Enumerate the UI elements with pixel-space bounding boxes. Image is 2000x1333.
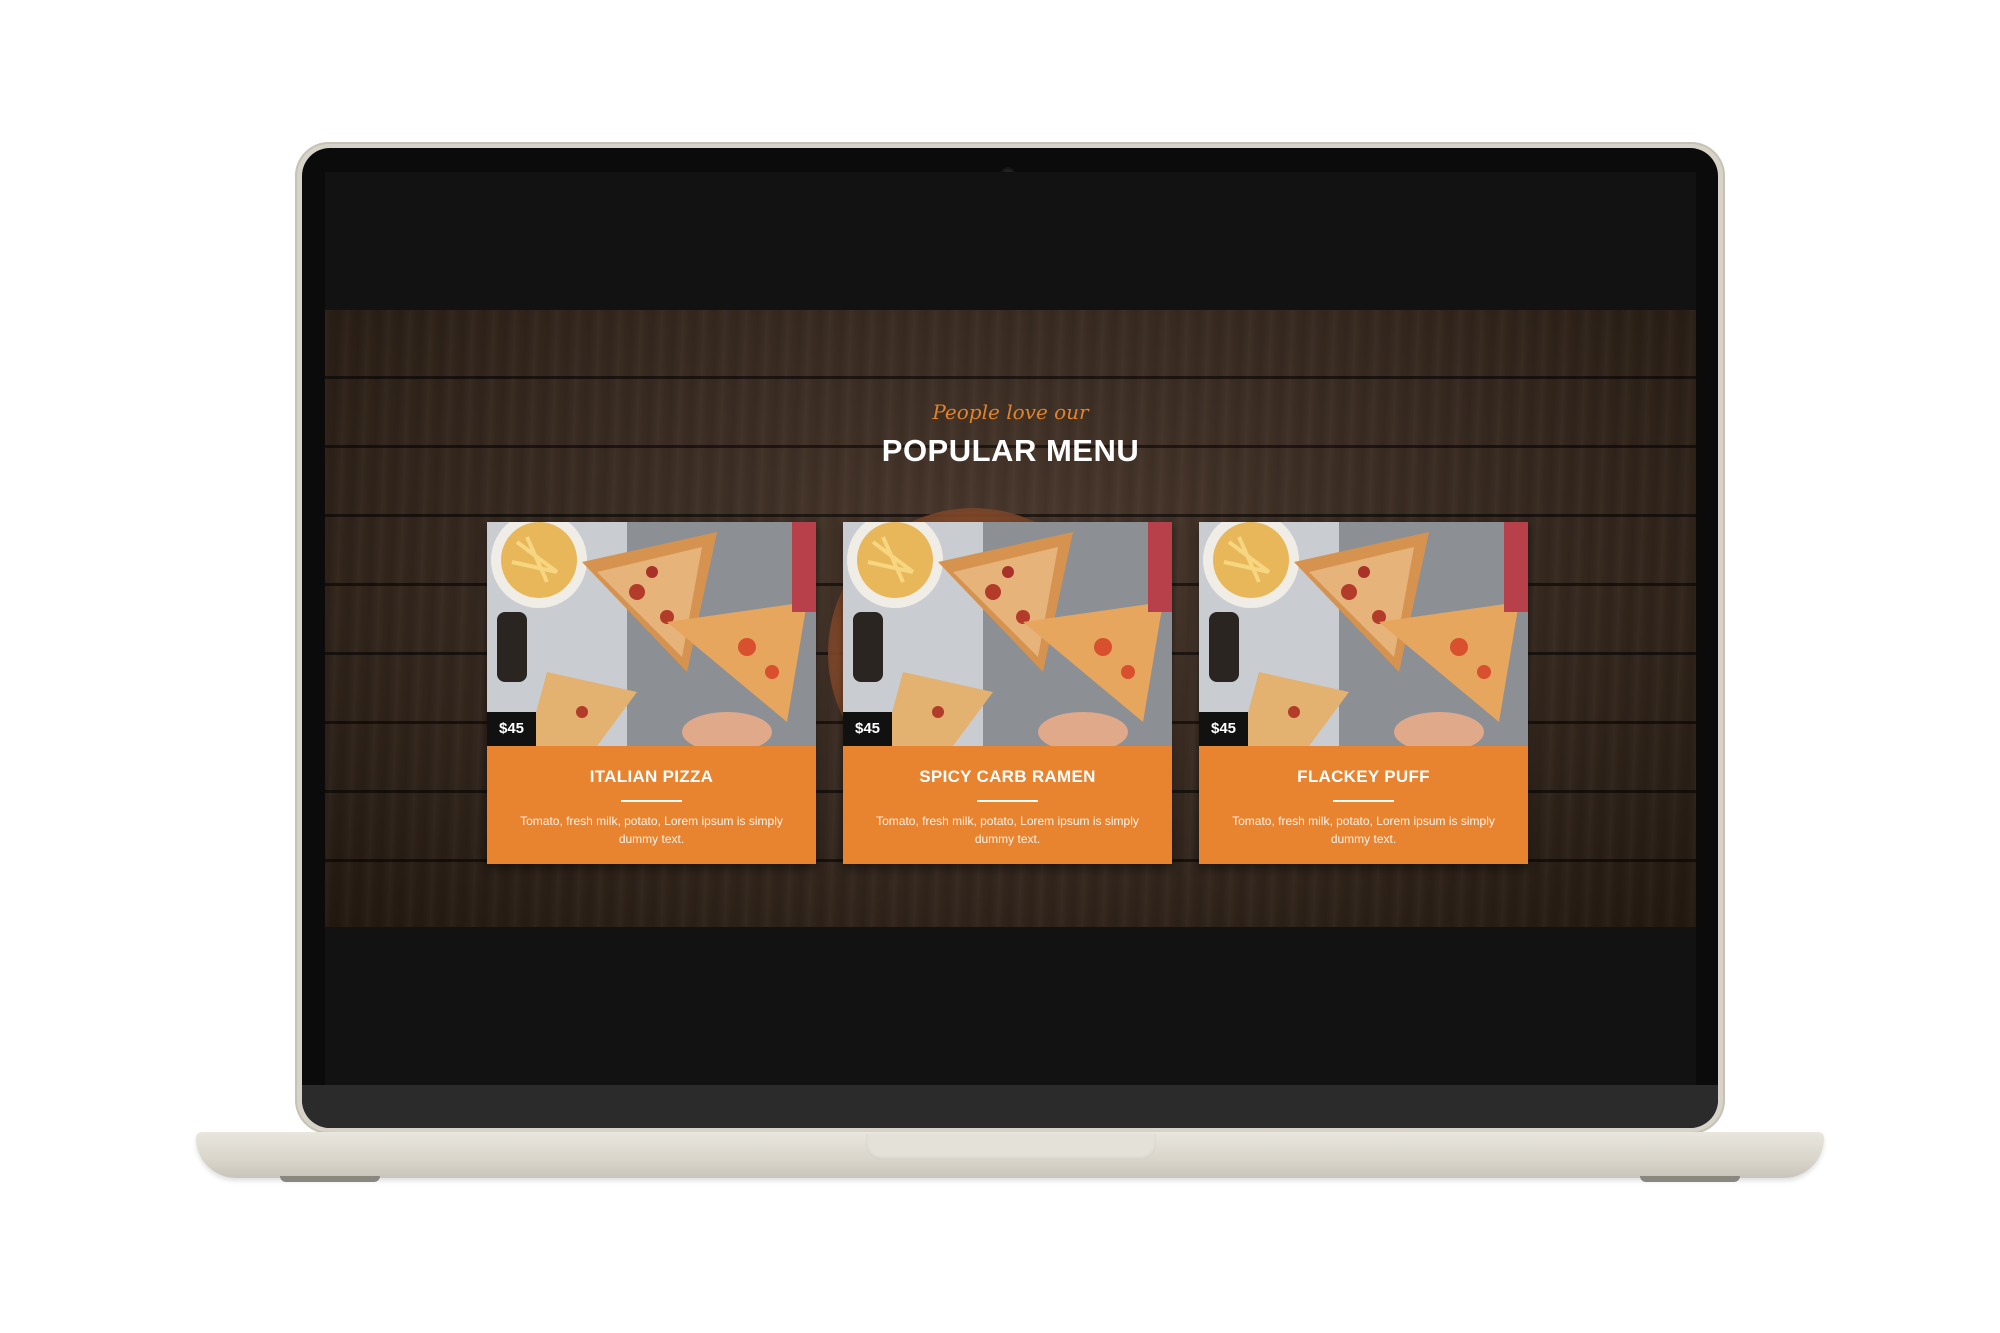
menu-card[interactable]: $45 FLACKEY PUFF Tomato, fresh milk, pot… (1199, 522, 1528, 864)
pizza-photo-icon (487, 522, 816, 746)
divider (621, 800, 682, 802)
price-badge: $45 (487, 712, 537, 746)
dish-description: Tomato, fresh milk, potato, Lorem ipsum … (876, 814, 1139, 846)
dish-description: Tomato, fresh milk, potato, Lorem ipsum … (520, 814, 783, 846)
divider (1333, 800, 1394, 802)
laptop-mockup: People love our POPULAR MENU $45 ITALIAN… (0, 0, 2000, 1333)
bezel-bottom (302, 1085, 1718, 1128)
price-badge: $45 (843, 712, 893, 746)
laptop-foot (280, 1176, 380, 1182)
card-body: ITALIAN PIZZA Tomato, fresh milk, potato… (487, 746, 816, 864)
dish-name[interactable]: ITALIAN PIZZA (487, 767, 816, 787)
laptop-foot (1640, 1176, 1740, 1182)
section-eyebrow: People love our (932, 400, 1089, 424)
pizza-photo-icon (1199, 522, 1528, 746)
popular-menu-section: People love our POPULAR MENU $45 ITALIAN… (325, 310, 1696, 927)
dish-name[interactable]: SPICY CARB RAMEN (843, 767, 1172, 787)
card-body: SPICY CARB RAMEN Tomato, fresh milk, pot… (843, 746, 1172, 864)
price-badge: $45 (1199, 712, 1249, 746)
menu-card[interactable]: $45 ITALIAN PIZZA Tomato, fresh milk, po… (487, 522, 816, 864)
laptop-screen: People love our POPULAR MENU $45 ITALIAN… (325, 172, 1696, 1086)
lid-opening-notch (866, 1134, 1156, 1160)
card-body: FLACKEY PUFF Tomato, fresh milk, potato,… (1199, 746, 1528, 864)
pizza-photo-icon (843, 522, 1172, 746)
dish-description: Tomato, fresh milk, potato, Lorem ipsum … (1232, 814, 1495, 846)
menu-card[interactable]: $45 SPICY CARB RAMEN Tomato, fresh milk,… (843, 522, 1172, 864)
dish-name[interactable]: FLACKEY PUFF (1199, 767, 1528, 787)
divider (977, 800, 1038, 802)
section-title: POPULAR MENU (881, 433, 1140, 468)
